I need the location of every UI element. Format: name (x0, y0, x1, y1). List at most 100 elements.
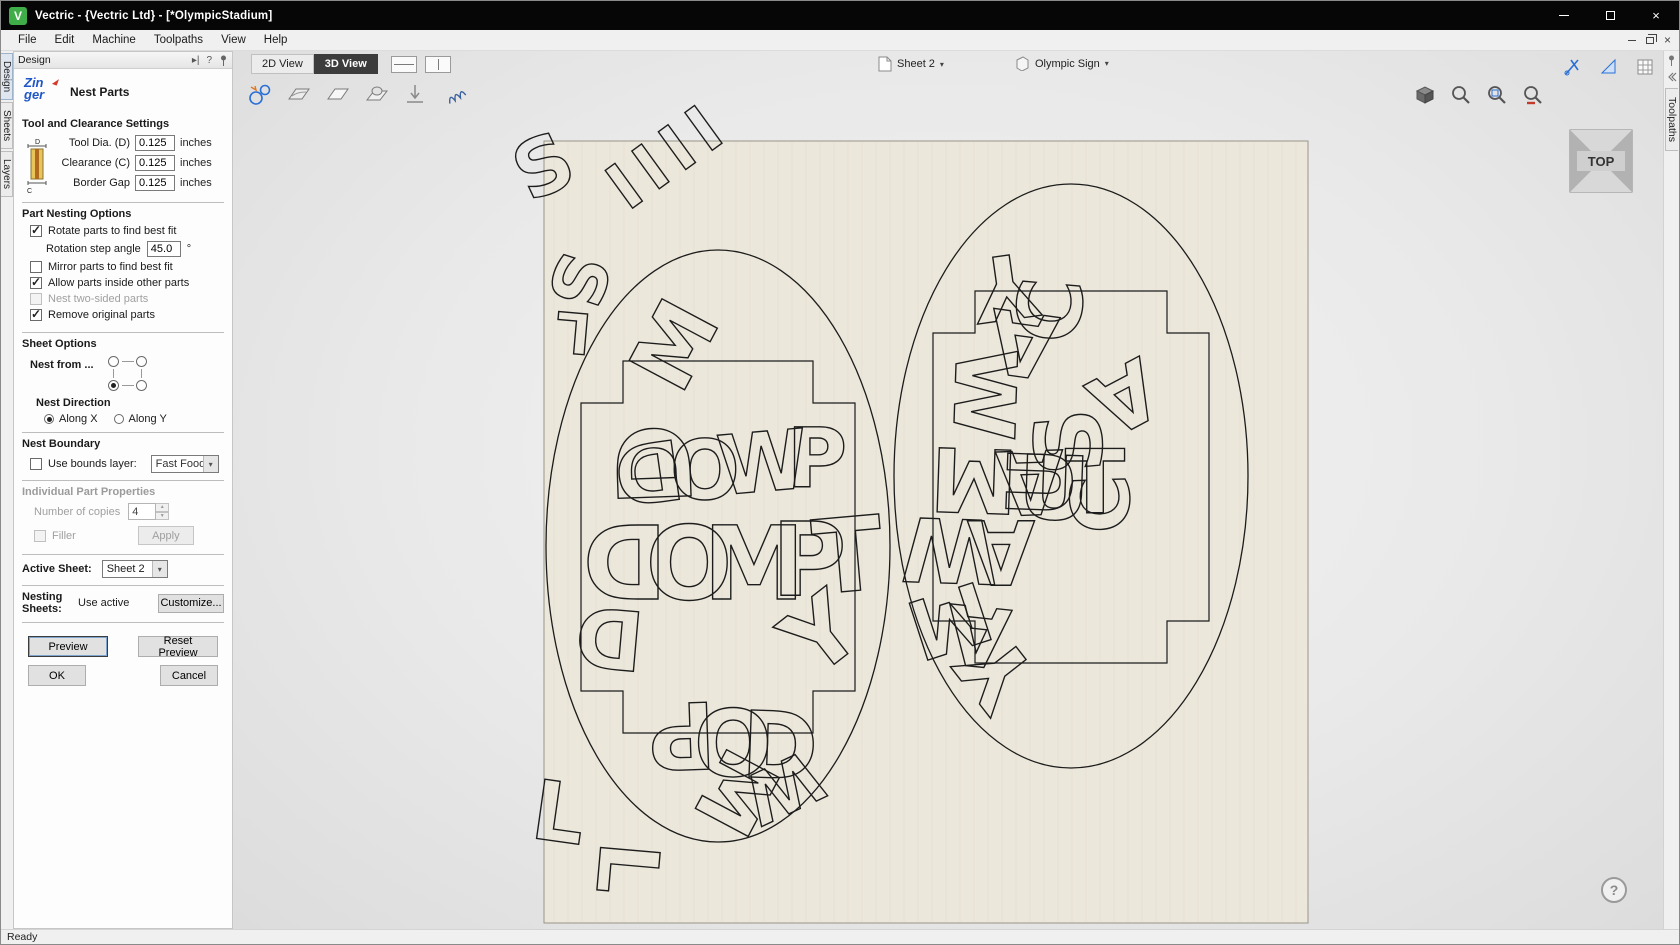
status-text: Ready (7, 931, 37, 943)
active-sheet-value: Sheet 2 (103, 563, 152, 575)
snap-toggle-icon[interactable] (1561, 55, 1585, 79)
bounds-layer-select[interactable]: Fast Food ▾ (151, 455, 219, 473)
section-part-options: Part Nesting Options Rotate parts to fin… (22, 202, 224, 332)
panel-help-icon[interactable]: ? (206, 55, 212, 66)
allow-inside-label: Allow parts inside other parts (48, 277, 189, 289)
cancel-button[interactable]: Cancel (160, 665, 218, 686)
create-plane-icon[interactable] (325, 82, 349, 106)
smooth-plane-icon[interactable] (286, 82, 310, 106)
svg-text:D: D (35, 139, 40, 146)
pin-icon[interactable] (219, 55, 228, 66)
menu-help[interactable]: Help (255, 30, 297, 50)
rotate-parts-checkbox[interactable] (30, 225, 42, 237)
expand-left-icon[interactable] (1667, 72, 1677, 82)
ok-button[interactable]: OK (28, 665, 86, 686)
use-bounds-checkbox[interactable] (30, 458, 42, 470)
zoom-box-icon[interactable] (1485, 83, 1509, 107)
grid-icon[interactable] (1633, 55, 1657, 79)
sign-selector-value: Olympic Sign (1035, 58, 1100, 70)
border-gap-unit: inches (180, 177, 212, 189)
split-horizontal-icon[interactable] (391, 56, 417, 73)
nest-from-top-left-radio[interactable] (108, 356, 119, 367)
texture-area-icon[interactable] (442, 82, 466, 106)
side-tab-layers[interactable]: Layers (1, 151, 13, 197)
nest-direction-label: Nest Direction (36, 397, 224, 409)
menu-view[interactable]: View (212, 30, 255, 50)
minimize-icon (1559, 15, 1569, 16)
along-x-radio[interactable] (44, 414, 54, 424)
rotation-step-input[interactable] (147, 241, 181, 257)
svg-text:L: L (553, 297, 594, 365)
drop-component-icon[interactable] (403, 82, 427, 106)
pin-icon[interactable] (1667, 55, 1676, 66)
mdi-minimize-button[interactable] (1628, 40, 1636, 41)
allow-inside-checkbox[interactable] (30, 277, 42, 289)
nest-parts-tool-icon[interactable] (247, 82, 271, 106)
spinner-down-icon: ▼ (156, 512, 169, 521)
zoom-icon[interactable] (1449, 83, 1473, 107)
guides-icon[interactable] (1597, 55, 1621, 79)
border-gap-input[interactable] (135, 175, 175, 191)
zoom-out-icon[interactable] (1521, 83, 1545, 107)
app-icon-letter: V (14, 9, 22, 23)
nesting-scene[interactable]: SIIIISLLLMDDOWPDOMPTDYPODMWYACAWMASUWAUT… (233, 51, 1663, 929)
panel-title: Nest Parts (70, 85, 129, 99)
part-options-heading: Part Nesting Options (22, 208, 224, 220)
sign-selector[interactable]: Olympic Sign ▾ (1015, 56, 1109, 71)
maximize-button[interactable] (1587, 1, 1633, 30)
side-tab-layers-label: Layers (1, 159, 12, 189)
svg-text:C: C (996, 274, 1104, 347)
clearance-input[interactable] (135, 155, 175, 171)
remove-original-checkbox[interactable] (30, 309, 42, 321)
customize-button[interactable]: Customize... (158, 594, 224, 613)
design-panel: Design ▸| ? Zin ger Nest Parts Tool and … (13, 51, 233, 929)
title-bar: V Vectric - {Vectric Ltd} - [*OlympicSta… (1, 1, 1679, 30)
sheet-options-heading: Sheet Options (22, 338, 224, 350)
section-nesting-sheets: Nesting Sheets: Use active Customize... (22, 585, 224, 622)
clearance-label: Clearance (C) (58, 157, 130, 169)
chevron-down-icon: ▾ (1105, 59, 1109, 68)
help-button[interactable]: ? (1601, 877, 1627, 903)
tab-2d-view[interactable]: 2D View (251, 54, 314, 74)
mdi-close-button[interactable]: × (1664, 34, 1671, 46)
border-gap-label: Border Gap (58, 177, 130, 189)
sheet-selector[interactable]: Sheet 2 ▾ (878, 56, 944, 72)
along-y-radio[interactable] (114, 414, 124, 424)
active-sheet-label: Active Sheet: (22, 563, 92, 575)
reset-preview-button[interactable]: Reset Preview (138, 636, 218, 657)
dock-panel-icon[interactable]: ▸| (192, 55, 200, 66)
tab-toolpaths[interactable]: Toolpaths (1665, 88, 1678, 151)
close-button[interactable]: × (1633, 1, 1679, 30)
two-sided-label: Nest two-sided parts (48, 293, 148, 305)
nest-from-top-right-radio[interactable] (136, 356, 147, 367)
viewport-3d[interactable]: SIIIISLLLMDDOWPDOMPTDYPODMWYACAWMASUWAUT… (233, 51, 1663, 929)
zinger-logo-line2: ger (24, 89, 60, 101)
two-sided-checkbox (30, 293, 42, 305)
menu-machine[interactable]: Machine (83, 30, 144, 50)
close-icon: × (1652, 8, 1660, 23)
orientation-cube[interactable]: TOP (1569, 129, 1633, 193)
menu-file[interactable]: File (9, 30, 46, 50)
menu-edit[interactable]: Edit (46, 30, 84, 50)
sheet-selector-value: Sheet 2 (897, 58, 935, 70)
side-tab-design[interactable]: Design (1, 53, 13, 100)
filler-label: Filler (52, 530, 76, 542)
dash (122, 361, 134, 362)
active-sheet-select[interactable]: Sheet 2 ▾ (102, 560, 168, 578)
part-properties-heading: Individual Part Properties (22, 486, 224, 498)
mirror-parts-checkbox[interactable] (30, 261, 42, 273)
nest-from-bottom-right-radio[interactable] (136, 380, 147, 391)
menu-toolpaths[interactable]: Toolpaths (145, 30, 212, 50)
tab-toolpaths-label: Toolpaths (1666, 97, 1678, 142)
tool-dia-input[interactable] (135, 135, 175, 151)
tab-3d-view[interactable]: 3D View (314, 54, 378, 74)
minimize-button[interactable] (1541, 1, 1587, 30)
preview-button[interactable]: Preview (28, 636, 108, 657)
emboss-icon[interactable] (364, 82, 388, 106)
side-tab-sheets[interactable]: Sheets (1, 102, 13, 149)
nest-from-bottom-left-radio[interactable] (108, 380, 119, 391)
panel-header: Design ▸| ? (14, 52, 232, 69)
mdi-restore-button[interactable] (1646, 37, 1654, 44)
split-vertical-icon[interactable] (425, 56, 451, 73)
material-block-icon[interactable] (1413, 83, 1437, 107)
